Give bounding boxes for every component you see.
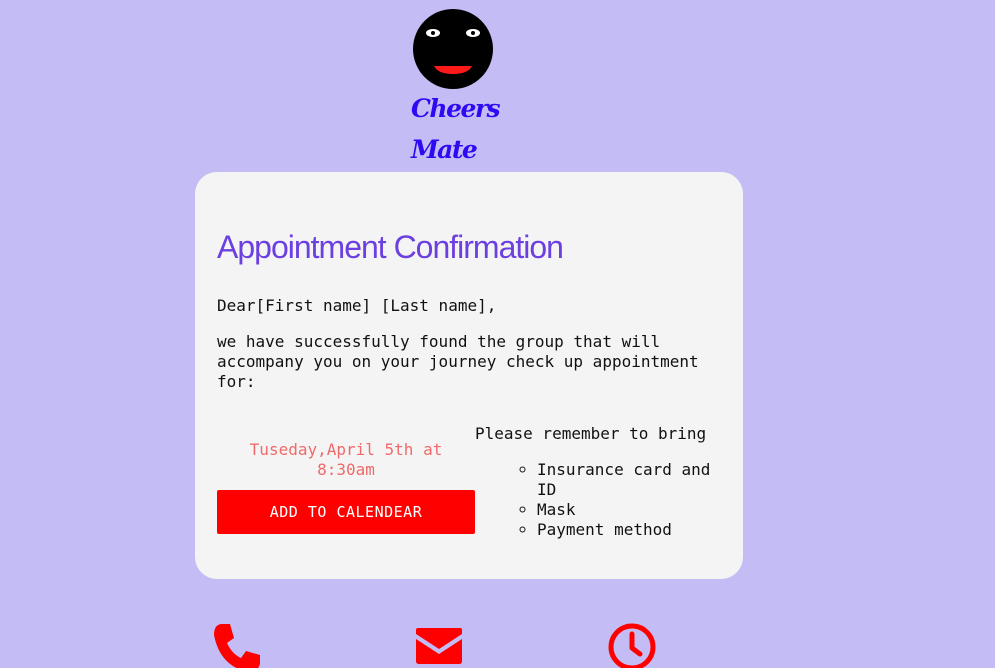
card-title: Appointment Confirmation [217, 229, 564, 265]
clock-icon[interactable] [607, 622, 657, 668]
appointment-card: Appointment Confirmation Dear[First name… [195, 172, 743, 579]
bring-item: Insurance card and ID [537, 460, 735, 500]
bring-section: Please remember to bring Insurance card … [475, 424, 735, 540]
mail-icon[interactable] [414, 622, 464, 668]
bring-title: Please remember to bring [475, 424, 707, 443]
appointment-section: Tuseday,April 5th at 8:30am ADD TO CALEN… [217, 440, 475, 534]
smiling-face-logo-icon [413, 9, 493, 89]
bring-item: Payment method [537, 520, 735, 540]
greeting-text: Dear[First name] [Last name], [217, 296, 497, 315]
appointment-date: Tuseday,April 5th at 8:30am [249, 440, 443, 479]
phone-icon[interactable] [212, 622, 262, 668]
add-to-calendar-button[interactable]: ADD TO CALENDEAR [217, 490, 475, 534]
bring-item: Mask [537, 500, 735, 520]
message-text: we have successfully found the group tha… [217, 332, 699, 391]
bring-list: Insurance card and ID Mask Payment metho… [475, 460, 735, 540]
brand-name: Cheers Mate [411, 94, 501, 164]
